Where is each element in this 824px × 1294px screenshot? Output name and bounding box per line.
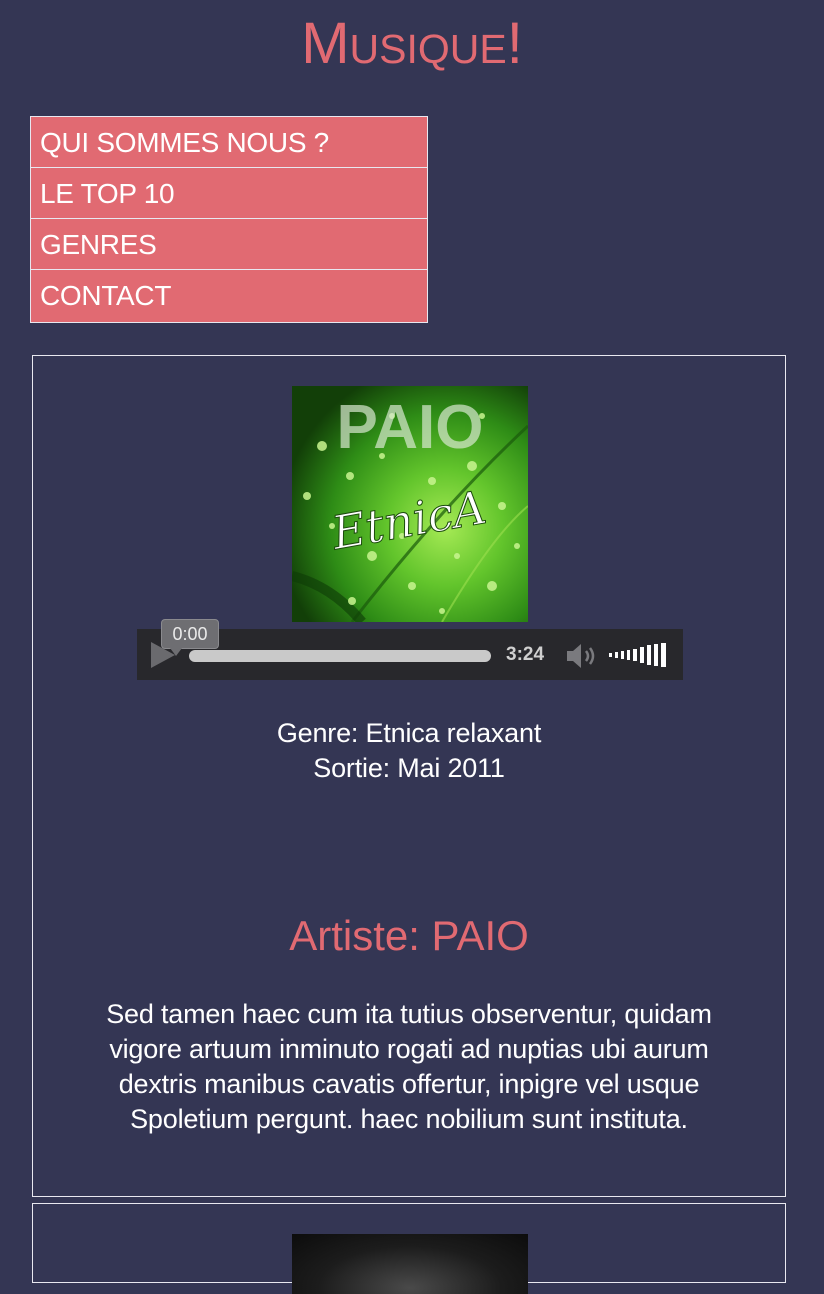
site-title: Musique! [301, 11, 523, 76]
volume-level-icon[interactable] [609, 642, 671, 668]
play-icon[interactable] [149, 641, 177, 669]
nav-item-genres[interactable]: GENRES [31, 219, 427, 270]
cover-title-text: PAIO [337, 393, 484, 462]
volume-icon[interactable] [565, 642, 599, 670]
genre-text: Genre: Etnica relaxant [276, 718, 542, 748]
album-cover-image: PAIO EtnicA [292, 386, 528, 622]
album-card-next [32, 1203, 786, 1294]
audio-player: 0:00 3:24 [137, 619, 683, 680]
duration-label: 3:24 [506, 644, 545, 665]
album-cover-art: PAIO EtnicA [292, 386, 528, 622]
nav-item-top-10[interactable]: LE TOP 10 [31, 168, 427, 219]
main-nav: QUI SOMMES NOUS ? LE TOP 10 GENRES CONTA… [30, 116, 428, 323]
artist-heading: Artiste: PAIO [289, 912, 529, 959]
album-meta: Genre: Etnica relaxant Sortie: Mai 2011 [33, 716, 785, 786]
album-cover-image [292, 1234, 528, 1294]
progress-bar[interactable] [189, 650, 491, 662]
release-text: Sortie: Mai 2011 [313, 753, 505, 783]
artist-description: Sed tamen haec cum ita tutius observentu… [106, 999, 712, 1134]
nav-item-contact[interactable]: CONTACT [31, 270, 427, 322]
nav-item-qui-sommes-nous[interactable]: QUI SOMMES NOUS ? [31, 117, 427, 168]
album-card: PAIO EtnicA 0:00 3:24 Genre: Etnica rela… [32, 355, 786, 1197]
